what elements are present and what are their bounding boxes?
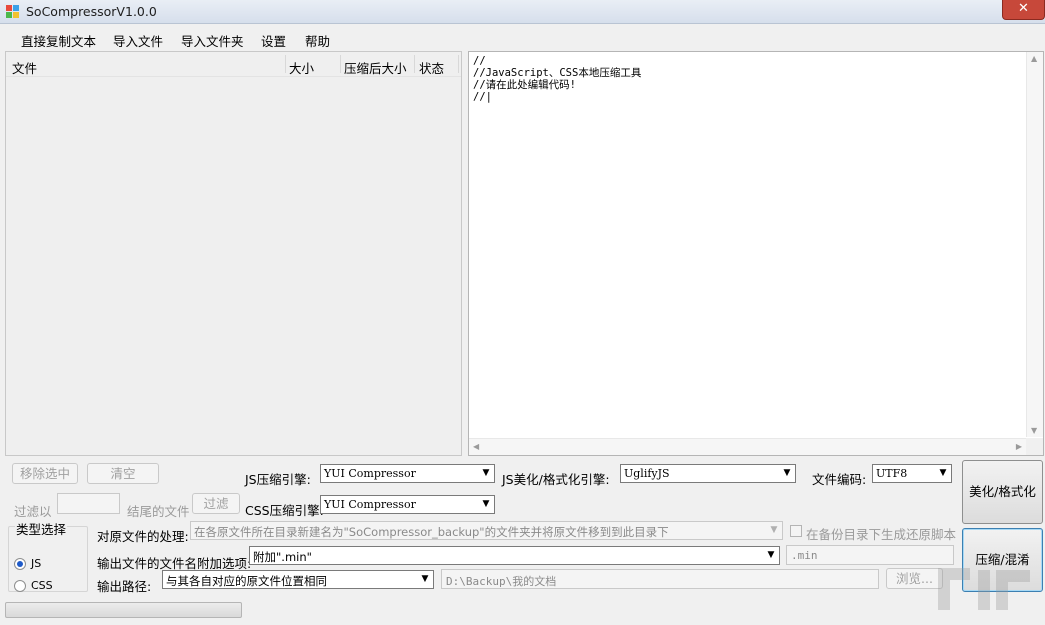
app-icon	[6, 5, 20, 19]
output-path-value: D:\Backup\我的文档	[446, 575, 557, 588]
suffix-option-select[interactable]: 附加".min" ▼	[249, 546, 780, 565]
output-path-select[interactable]: 与其各自对应的原文件位置相同 ▼	[162, 570, 434, 589]
css-engine-label: CSS压缩引擎:	[245, 503, 324, 518]
js-engine-value: YUI Compressor	[324, 467, 416, 480]
js-engine-select[interactable]: YUI Compressor ▼	[320, 464, 495, 483]
beautify-engine-label: JS美化/格式化引擎:	[502, 472, 610, 487]
restore-script-checkbox[interactable]	[790, 525, 802, 537]
vertical-scrollbar[interactable]: ▲ ▼	[1026, 52, 1043, 437]
source-handling-value: 在各原文件所在目录新建名为"SoCompressor_backup"的文件夹并将…	[194, 525, 669, 539]
type-js-radio[interactable]	[14, 558, 26, 570]
clear-button[interactable]: 清空	[87, 463, 159, 484]
editor-text[interactable]: // //JavaScript、CSS本地压缩工具 //请在此处编辑代码! //…	[473, 55, 641, 103]
type-js-label[interactable]: JS	[31, 557, 41, 570]
chevron-down-icon[interactable]: ▼	[480, 467, 492, 480]
css-engine-value: YUI Compressor	[324, 498, 416, 511]
beautify-engine-select[interactable]: UglifyJS ▼	[620, 464, 796, 483]
source-handling-label: 对原文件的处理:	[97, 529, 189, 544]
output-path-label: 输出路径:	[97, 579, 152, 594]
scroll-down-icon[interactable]: ▼	[1031, 426, 1037, 435]
filter-extension-input[interactable]	[57, 493, 120, 514]
restore-script-label[interactable]: 在备份目录下生成还原脚本	[806, 524, 956, 543]
menu-settings[interactable]: 设置	[261, 31, 286, 50]
chevron-down-icon[interactable]: ▼	[419, 573, 431, 586]
menu-bar: 直接复制文本 导入文件 导入文件夹 设置 帮助	[0, 25, 1045, 50]
suffix-text-input[interactable]: .min	[786, 545, 954, 565]
chevron-down-icon[interactable]: ▼	[765, 549, 777, 562]
chevron-down-icon[interactable]: ▼	[480, 498, 492, 511]
css-engine-select[interactable]: YUI Compressor ▼	[320, 495, 495, 514]
chevron-down-icon[interactable]: ▼	[768, 524, 780, 537]
type-group-label: 类型选择	[15, 519, 68, 538]
menu-copy-text[interactable]: 直接复制文本	[21, 31, 96, 50]
suffix-text-value: .min	[791, 549, 818, 562]
type-css-radio[interactable]	[14, 580, 26, 592]
file-list[interactable]: 文件 大小 压缩后大小 状态	[5, 51, 462, 456]
menu-import-file[interactable]: 导入文件	[113, 31, 163, 50]
horizontal-scrollbar[interactable]: ◀ ▶	[469, 438, 1026, 455]
filter-button[interactable]: 过滤	[192, 493, 240, 514]
window-title: SoCompressorV1.0.0	[26, 4, 157, 19]
code-editor[interactable]: // //JavaScript、CSS本地压缩工具 //请在此处编辑代码! //…	[468, 51, 1044, 456]
filter-prefix-label: 过滤以	[14, 504, 52, 519]
remove-selected-button[interactable]: 移除选中	[12, 463, 78, 484]
chevron-down-icon[interactable]: ▼	[781, 467, 793, 480]
progress-bar	[5, 602, 242, 618]
type-css-label[interactable]: CSS	[31, 579, 53, 592]
suffix-option-value: 附加".min"	[253, 550, 312, 564]
encoding-value: UTF8	[876, 467, 908, 480]
column-header-size[interactable]: 大小	[289, 58, 314, 77]
watermark-logo	[938, 568, 1030, 610]
source-handling-select[interactable]: 在各原文件所在目录新建名为"SoCompressor_backup"的文件夹并将…	[190, 521, 783, 540]
column-separator[interactable]	[458, 55, 459, 73]
output-path-option: 与其各自对应的原文件位置相同	[166, 574, 327, 588]
header-divider	[6, 76, 461, 77]
close-button[interactable]: ✕	[1002, 0, 1045, 20]
encoding-label: 文件编码:	[812, 472, 867, 487]
column-header-compressed-size[interactable]: 压缩后大小	[344, 58, 407, 77]
scroll-up-icon[interactable]: ▲	[1031, 54, 1037, 63]
beautify-engine-value: UglifyJS	[624, 467, 670, 480]
menu-import-folder[interactable]: 导入文件夹	[181, 31, 244, 50]
output-path-input[interactable]: D:\Backup\我的文档	[441, 569, 879, 589]
js-engine-label: JS压缩引擎:	[245, 472, 311, 487]
encoding-select[interactable]: UTF8 ▼	[872, 464, 952, 483]
column-separator[interactable]	[414, 55, 415, 73]
beautify-button[interactable]: 美化/格式化	[962, 460, 1043, 524]
scroll-corner	[1026, 438, 1043, 455]
filter-suffix-label: 结尾的文件	[127, 504, 190, 519]
column-separator[interactable]	[285, 55, 286, 73]
column-header-status[interactable]: 状态	[419, 58, 444, 77]
scroll-left-icon[interactable]: ◀	[473, 442, 479, 451]
title-bar: SoCompressorV1.0.0 ✕	[0, 0, 1045, 24]
chevron-down-icon[interactable]: ▼	[937, 467, 949, 480]
column-separator[interactable]	[340, 55, 341, 73]
menu-help[interactable]: 帮助	[305, 31, 330, 50]
column-header-file[interactable]: 文件	[12, 58, 37, 77]
scroll-right-icon[interactable]: ▶	[1016, 442, 1022, 451]
